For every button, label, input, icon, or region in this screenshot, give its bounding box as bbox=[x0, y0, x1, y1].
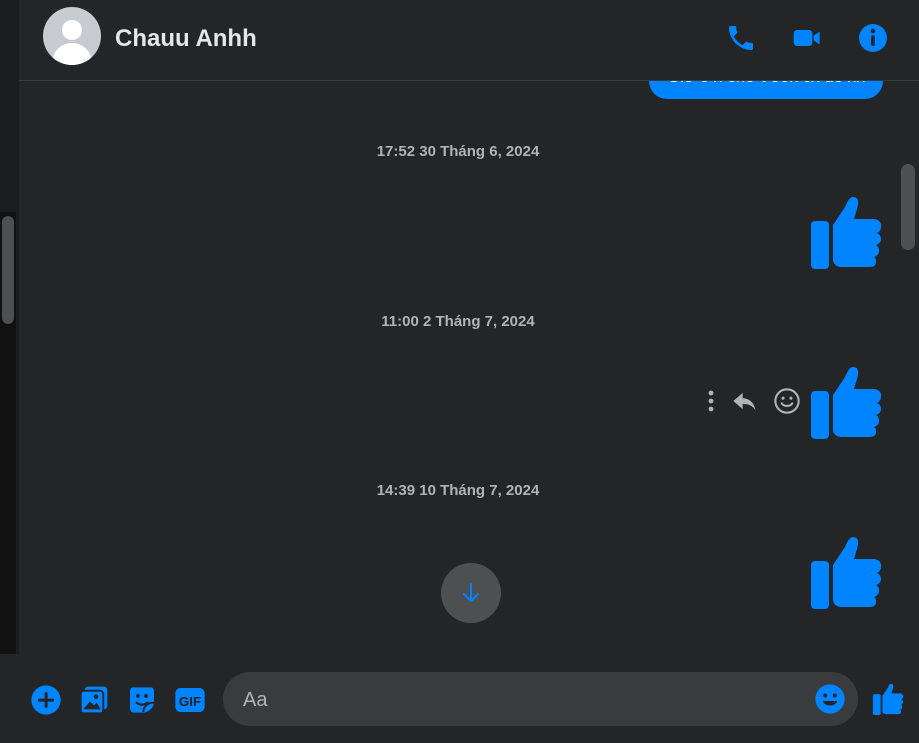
composer-bar: GIF bbox=[0, 654, 919, 743]
react-emoji-icon[interactable] bbox=[773, 387, 801, 415]
phone-icon[interactable] bbox=[725, 22, 757, 54]
avatar-head bbox=[62, 20, 82, 40]
right-scrollbar-thumb[interactable] bbox=[901, 164, 915, 250]
svg-text:GIF: GIF bbox=[179, 694, 201, 709]
reply-icon[interactable] bbox=[731, 387, 759, 415]
scroll-to-bottom-button[interactable] bbox=[441, 563, 501, 623]
left-scrollbar-thumb[interactable] bbox=[2, 216, 14, 324]
message-composer[interactable] bbox=[223, 672, 858, 728]
timestamp-1: 17:52 30 Tháng 6, 2024 bbox=[376, 143, 540, 160]
timestamp-3: 14:39 10 Tháng 7, 2024 bbox=[376, 482, 540, 499]
thumbs-up-icon[interactable] bbox=[809, 365, 883, 439]
message-list[interactable]: Giờ c ri chờ t 80k cx dc rix 17:52 30 Th… bbox=[19, 81, 897, 653]
more-options-icon[interactable] bbox=[705, 388, 717, 414]
chat-header: Chauu Anhh bbox=[19, 0, 919, 81]
sticker-icon[interactable] bbox=[126, 684, 158, 716]
message-bubble[interactable]: Giờ c ri chờ t 80k cx dc rix bbox=[649, 81, 883, 99]
thumbs-up-icon[interactable] bbox=[809, 535, 883, 609]
thumbs-up-icon[interactable] bbox=[809, 195, 883, 269]
gif-icon[interactable]: GIF bbox=[174, 684, 206, 716]
avatar-body bbox=[52, 43, 92, 65]
message-actions bbox=[705, 387, 801, 415]
avatar[interactable] bbox=[43, 7, 101, 65]
photo-gallery-icon[interactable] bbox=[78, 684, 110, 716]
info-icon[interactable] bbox=[857, 22, 889, 54]
timestamp-2: 11:00 2 Tháng 7, 2024 bbox=[381, 313, 535, 330]
add-more-icon[interactable] bbox=[30, 684, 62, 716]
message-input[interactable] bbox=[241, 672, 805, 728]
video-call-icon[interactable] bbox=[791, 22, 823, 54]
contact-name[interactable]: Chauu Anhh bbox=[115, 25, 257, 53]
send-like-icon[interactable] bbox=[872, 683, 904, 715]
emoji-icon[interactable] bbox=[814, 683, 846, 715]
arrow-down-icon bbox=[463, 583, 479, 602]
